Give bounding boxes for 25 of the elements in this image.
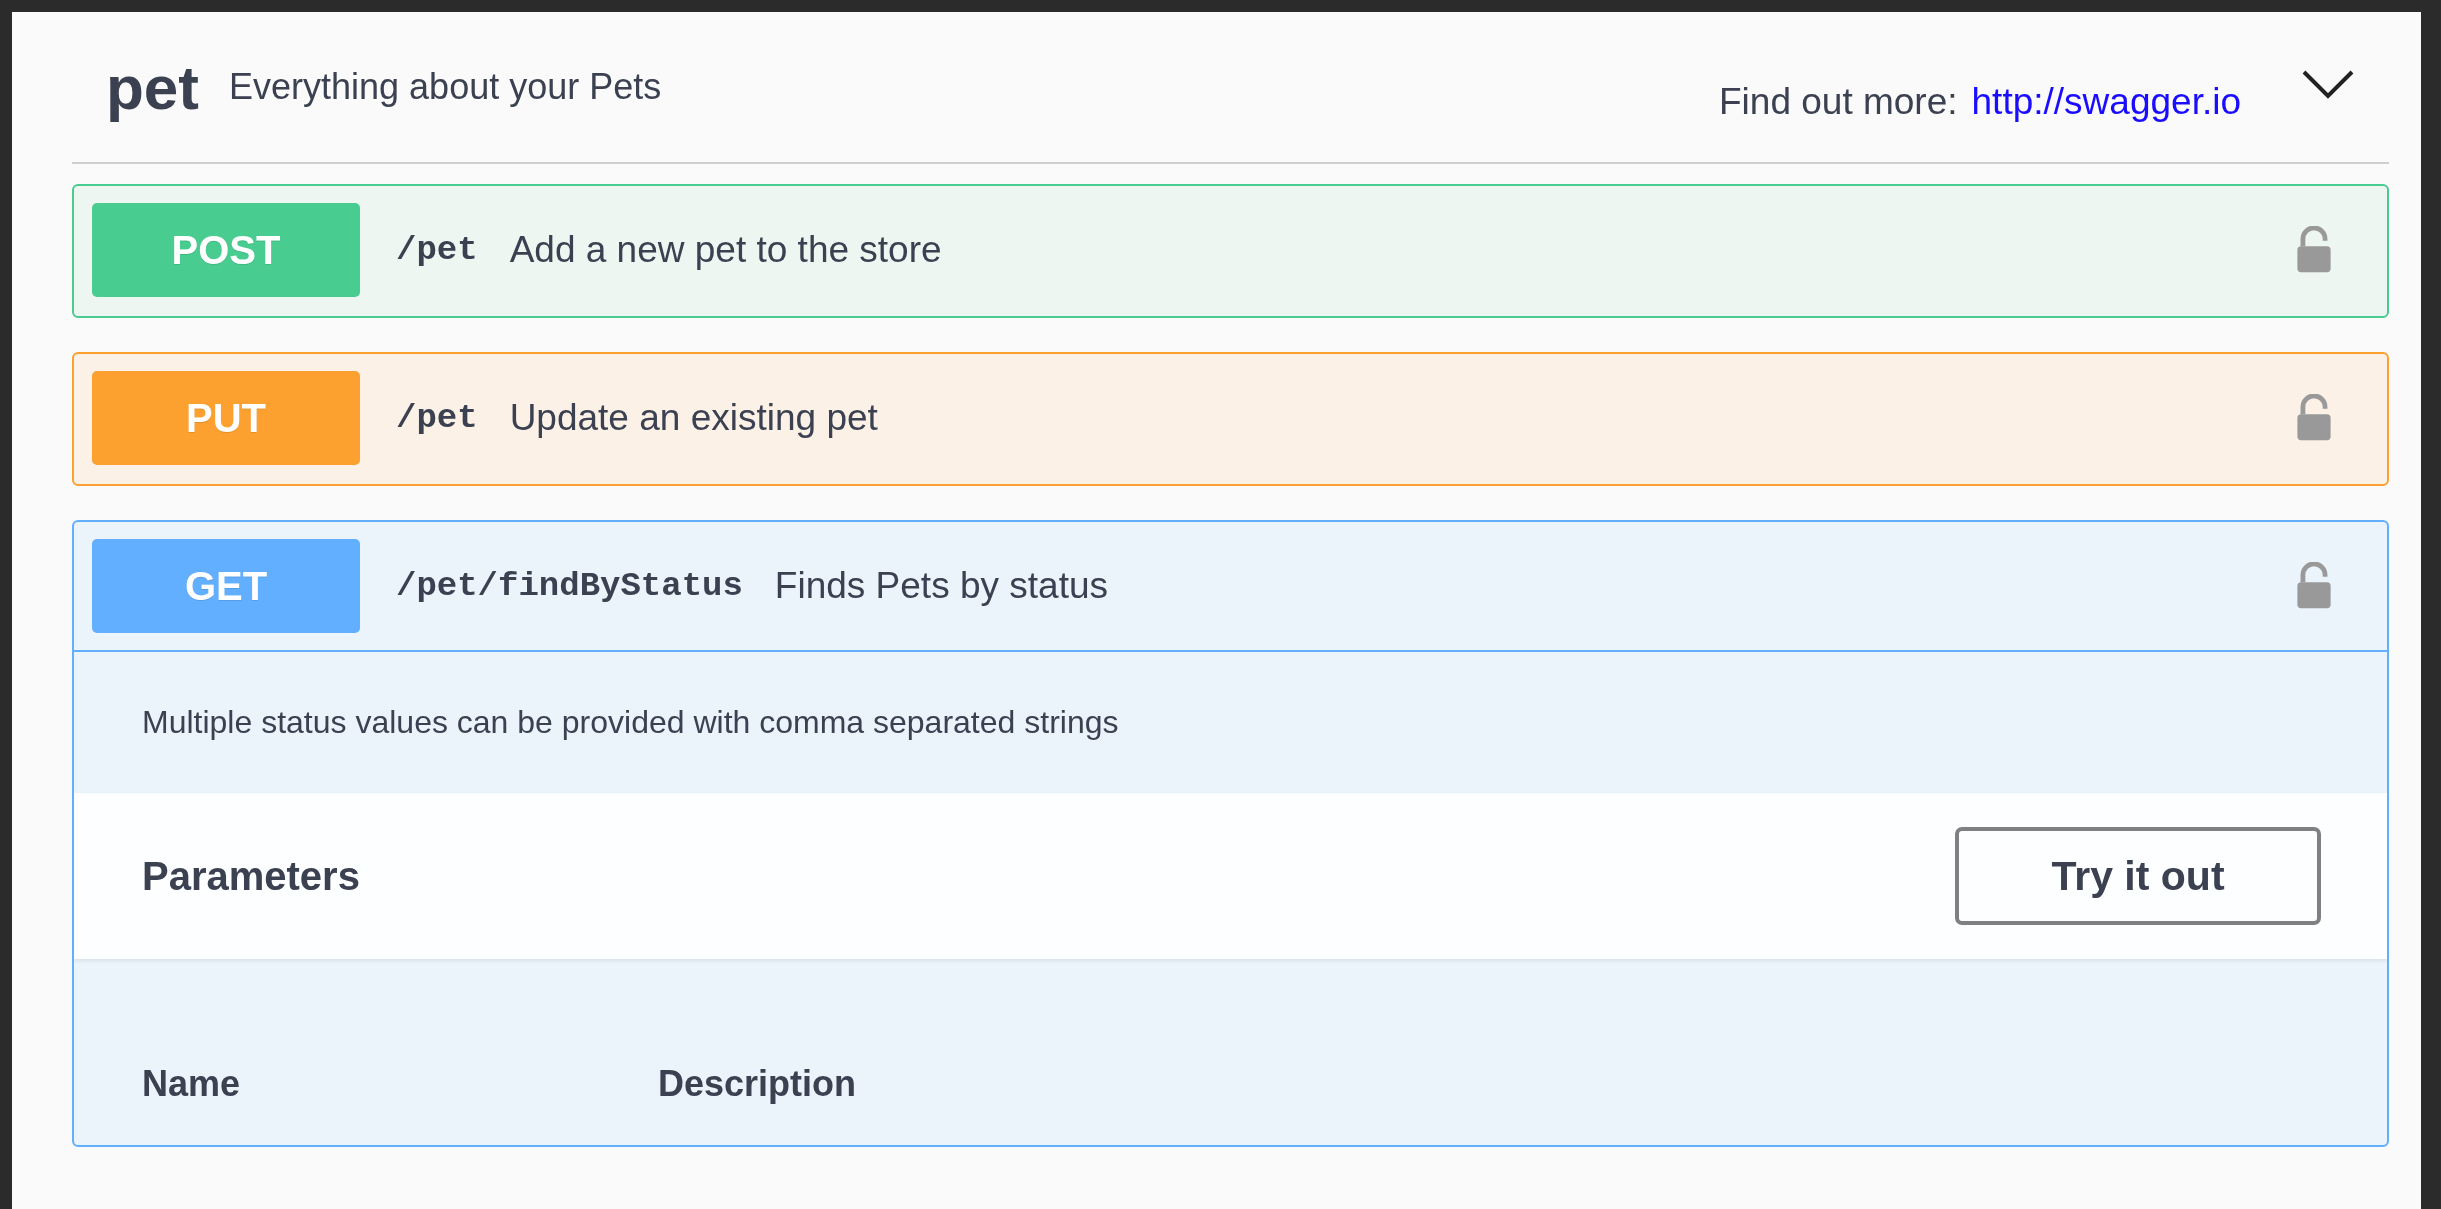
operation-summary[interactable]: PUT /pet Update an existing pet (74, 354, 2387, 484)
operation-summary-text: Finds Pets by status (774, 565, 1109, 607)
operation-path: /pet/findByStatus (396, 567, 743, 605)
column-header: Name (142, 1063, 242, 1105)
find-out-more-label: Find out more: (1719, 81, 1958, 123)
operation-summary[interactable]: GET /pet/findByStatus Finds Pets by status (74, 522, 2387, 652)
method-badge: POST (92, 203, 360, 297)
operation-path: /pet (396, 399, 478, 437)
parameters-title: Parameters (142, 853, 360, 899)
try-it-out-button[interactable]: Try it out (1955, 827, 2321, 925)
tag-description: Everything about your Pets (229, 66, 662, 108)
swagger-link[interactable]: http://swagger.io (1971, 81, 2241, 123)
operation-summary-text: Update an existing pet (509, 397, 879, 439)
tag-name[interactable]: pet (106, 51, 199, 123)
method-badge: PUT (92, 371, 360, 465)
method-badge: GET (92, 539, 360, 633)
padlock-icon[interactable] (2295, 226, 2333, 274)
operation-summary[interactable]: POST /pet Add a new pet to the store (74, 186, 2387, 316)
operation-summary-text: Add a new pet to the store (509, 229, 943, 271)
operation-path: /pet (396, 231, 478, 269)
column-header: Description (658, 1063, 857, 1105)
operation-description: Multiple status values can be provided with comma separated strings (141, 703, 1120, 742)
padlock-icon[interactable] (2295, 562, 2333, 610)
chevron-icon[interactable] (2301, 68, 2355, 100)
padlock-icon[interactable] (2295, 394, 2333, 442)
